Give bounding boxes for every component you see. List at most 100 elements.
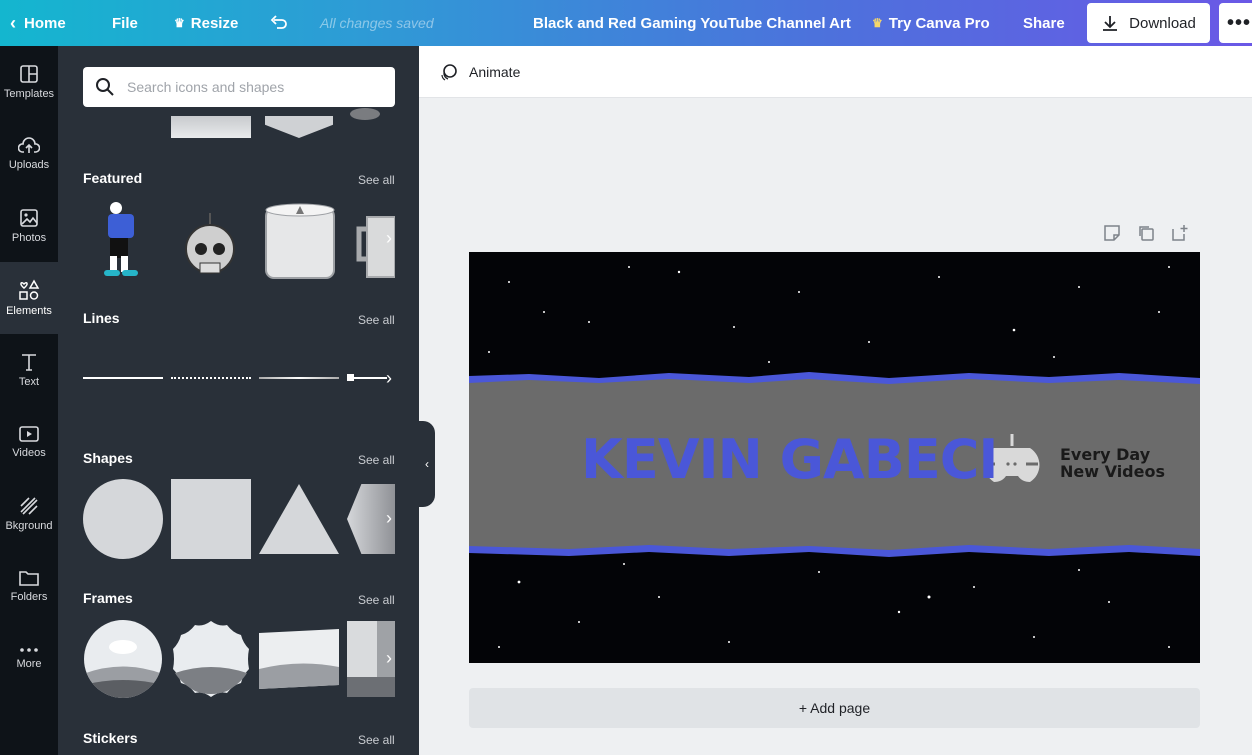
rail-item-videos[interactable]: Videos (0, 406, 58, 478)
share-label: Share (1023, 14, 1065, 32)
rail-item-text[interactable]: Text (0, 334, 58, 406)
document-title[interactable]: Black and Red Gaming YouTube Channel Art (533, 0, 851, 46)
scrolled-row-thumb[interactable] (350, 108, 380, 120)
folder-icon (19, 571, 39, 586)
chevron-left-icon: ‹ (10, 12, 16, 33)
undo-icon (270, 15, 287, 29)
scrolled-row-thumb[interactable] (171, 116, 251, 138)
more-icon (20, 648, 38, 652)
note-icon[interactable] (1103, 224, 1121, 242)
undo-button[interactable] (270, 0, 288, 46)
skewed-frame-thumb[interactable] (259, 629, 339, 689)
home-label: Home (24, 14, 66, 32)
top-bar: ‹ Home File ♛ Resize All changes saved B… (0, 0, 1252, 46)
section-title-shapes: Shapes (83, 450, 133, 466)
chevron-right-icon[interactable]: › (386, 228, 392, 249)
line-tapered-thumb[interactable] (259, 377, 339, 379)
section-title-lines: Lines (83, 310, 120, 326)
video-icon (19, 426, 39, 442)
animate-label: Animate (469, 64, 521, 80)
resize-label: Resize (190, 14, 239, 32)
line-arrow-thumb[interactable] (347, 374, 387, 382)
see-all-featured-link[interactable]: See all (358, 173, 395, 187)
upload-icon (18, 137, 40, 153)
elements-panel: Featured See all › Lines See all › Shape… (58, 46, 419, 755)
page-tools (1103, 224, 1189, 242)
rail-item-folders[interactable]: Folders (0, 550, 58, 622)
rail-item-templates[interactable]: Templates (0, 46, 58, 118)
chevron-left-icon: ‹ (425, 457, 429, 471)
line-solid-thumb[interactable] (83, 377, 163, 379)
download-icon (1103, 16, 1118, 31)
search-box[interactable] (83, 67, 395, 107)
chevron-right-icon[interactable]: › (386, 508, 392, 529)
download-label: Download (1129, 14, 1196, 32)
featured-jar-sticker[interactable] (264, 202, 336, 280)
rail-label: Elements (6, 305, 52, 317)
templates-icon (20, 65, 38, 83)
featured-character-sticker[interactable] (88, 196, 154, 280)
editor-toolbar: Animate (419, 46, 1252, 98)
download-button[interactable]: Download (1087, 3, 1210, 43)
rail-label: Uploads (8, 159, 50, 171)
rail-label: Text (18, 376, 40, 388)
section-title-featured: Featured (83, 170, 143, 186)
see-all-shapes-link[interactable]: See all (358, 453, 395, 467)
try-pro-label: Try Canva Pro (888, 14, 990, 32)
section-title-frames: Frames (83, 590, 133, 606)
rail-label: More (16, 658, 42, 670)
line-dotted-thumb[interactable] (171, 377, 251, 379)
animate-icon (441, 64, 457, 81)
rail-label: Videos (12, 447, 46, 459)
home-button[interactable]: ‹ Home (10, 0, 66, 46)
tagline-line-2: New Videos (1060, 462, 1165, 481)
chevron-right-icon[interactable]: › (386, 368, 392, 389)
section-title-stickers: Stickers (83, 730, 138, 746)
background-icon (20, 497, 38, 515)
animate-button[interactable]: Animate (439, 46, 520, 98)
more-options-button[interactable]: ••• (1219, 3, 1252, 43)
rail-label: Bkground (5, 520, 53, 532)
tagline-text[interactable]: Every Day New Videos (1060, 446, 1165, 480)
square-shape-thumb[interactable] (171, 479, 251, 559)
rail-item-more[interactable]: More (0, 622, 58, 694)
add-page-button[interactable]: + Add page (469, 688, 1200, 728)
share-button[interactable]: Share (1023, 0, 1065, 46)
circle-frame-thumb[interactable] (83, 619, 163, 699)
file-label: File (112, 14, 138, 32)
see-all-stickers-link[interactable]: See all (358, 733, 395, 747)
file-menu-button[interactable]: File (112, 0, 138, 46)
scrolled-row-thumb[interactable] (265, 116, 333, 138)
rail-item-background[interactable]: Bkground (0, 478, 58, 550)
try-canva-pro-button[interactable]: ♛ Try Canva Pro (872, 0, 990, 46)
crown-icon: ♛ (174, 16, 185, 30)
search-icon (96, 78, 114, 96)
circle-shape-thumb[interactable] (83, 479, 163, 559)
design-canvas[interactable]: KEVIN GABECI Every Day New Videos (469, 252, 1200, 663)
add-page-label: + Add page (798, 700, 871, 716)
crown-icon: ♛ (872, 16, 883, 30)
rail-label: Photos (11, 232, 47, 244)
left-rail: Templates Uploads Photos Elements Text V… (0, 46, 58, 755)
rail-item-photos[interactable]: Photos (0, 190, 58, 262)
featured-skull-sticker[interactable] (182, 211, 238, 277)
tagline-line-1: Every Day (1060, 445, 1151, 464)
rail-item-elements[interactable]: Elements (0, 262, 58, 334)
resize-button[interactable]: ♛ Resize (174, 0, 238, 46)
more-options-icon: ••• (1226, 11, 1251, 34)
search-input[interactable] (127, 79, 377, 95)
photo-icon (20, 209, 38, 227)
see-all-frames-link[interactable]: See all (358, 593, 395, 607)
add-page-icon[interactable] (1171, 224, 1189, 242)
chevron-right-icon[interactable]: › (386, 648, 392, 669)
duplicate-page-icon[interactable] (1137, 224, 1155, 242)
collapse-panel-button[interactable]: ‹ (419, 421, 435, 507)
see-all-lines-link[interactable]: See all (358, 313, 395, 327)
channel-name-text[interactable]: KEVIN GABECI (581, 430, 998, 490)
elements-icon (19, 279, 40, 300)
triangle-shape-thumb[interactable] (259, 484, 339, 554)
rail-label: Templates (3, 88, 55, 100)
scalloped-frame-thumb[interactable] (171, 619, 251, 699)
text-icon (22, 354, 36, 371)
rail-item-uploads[interactable]: Uploads (0, 118, 58, 190)
